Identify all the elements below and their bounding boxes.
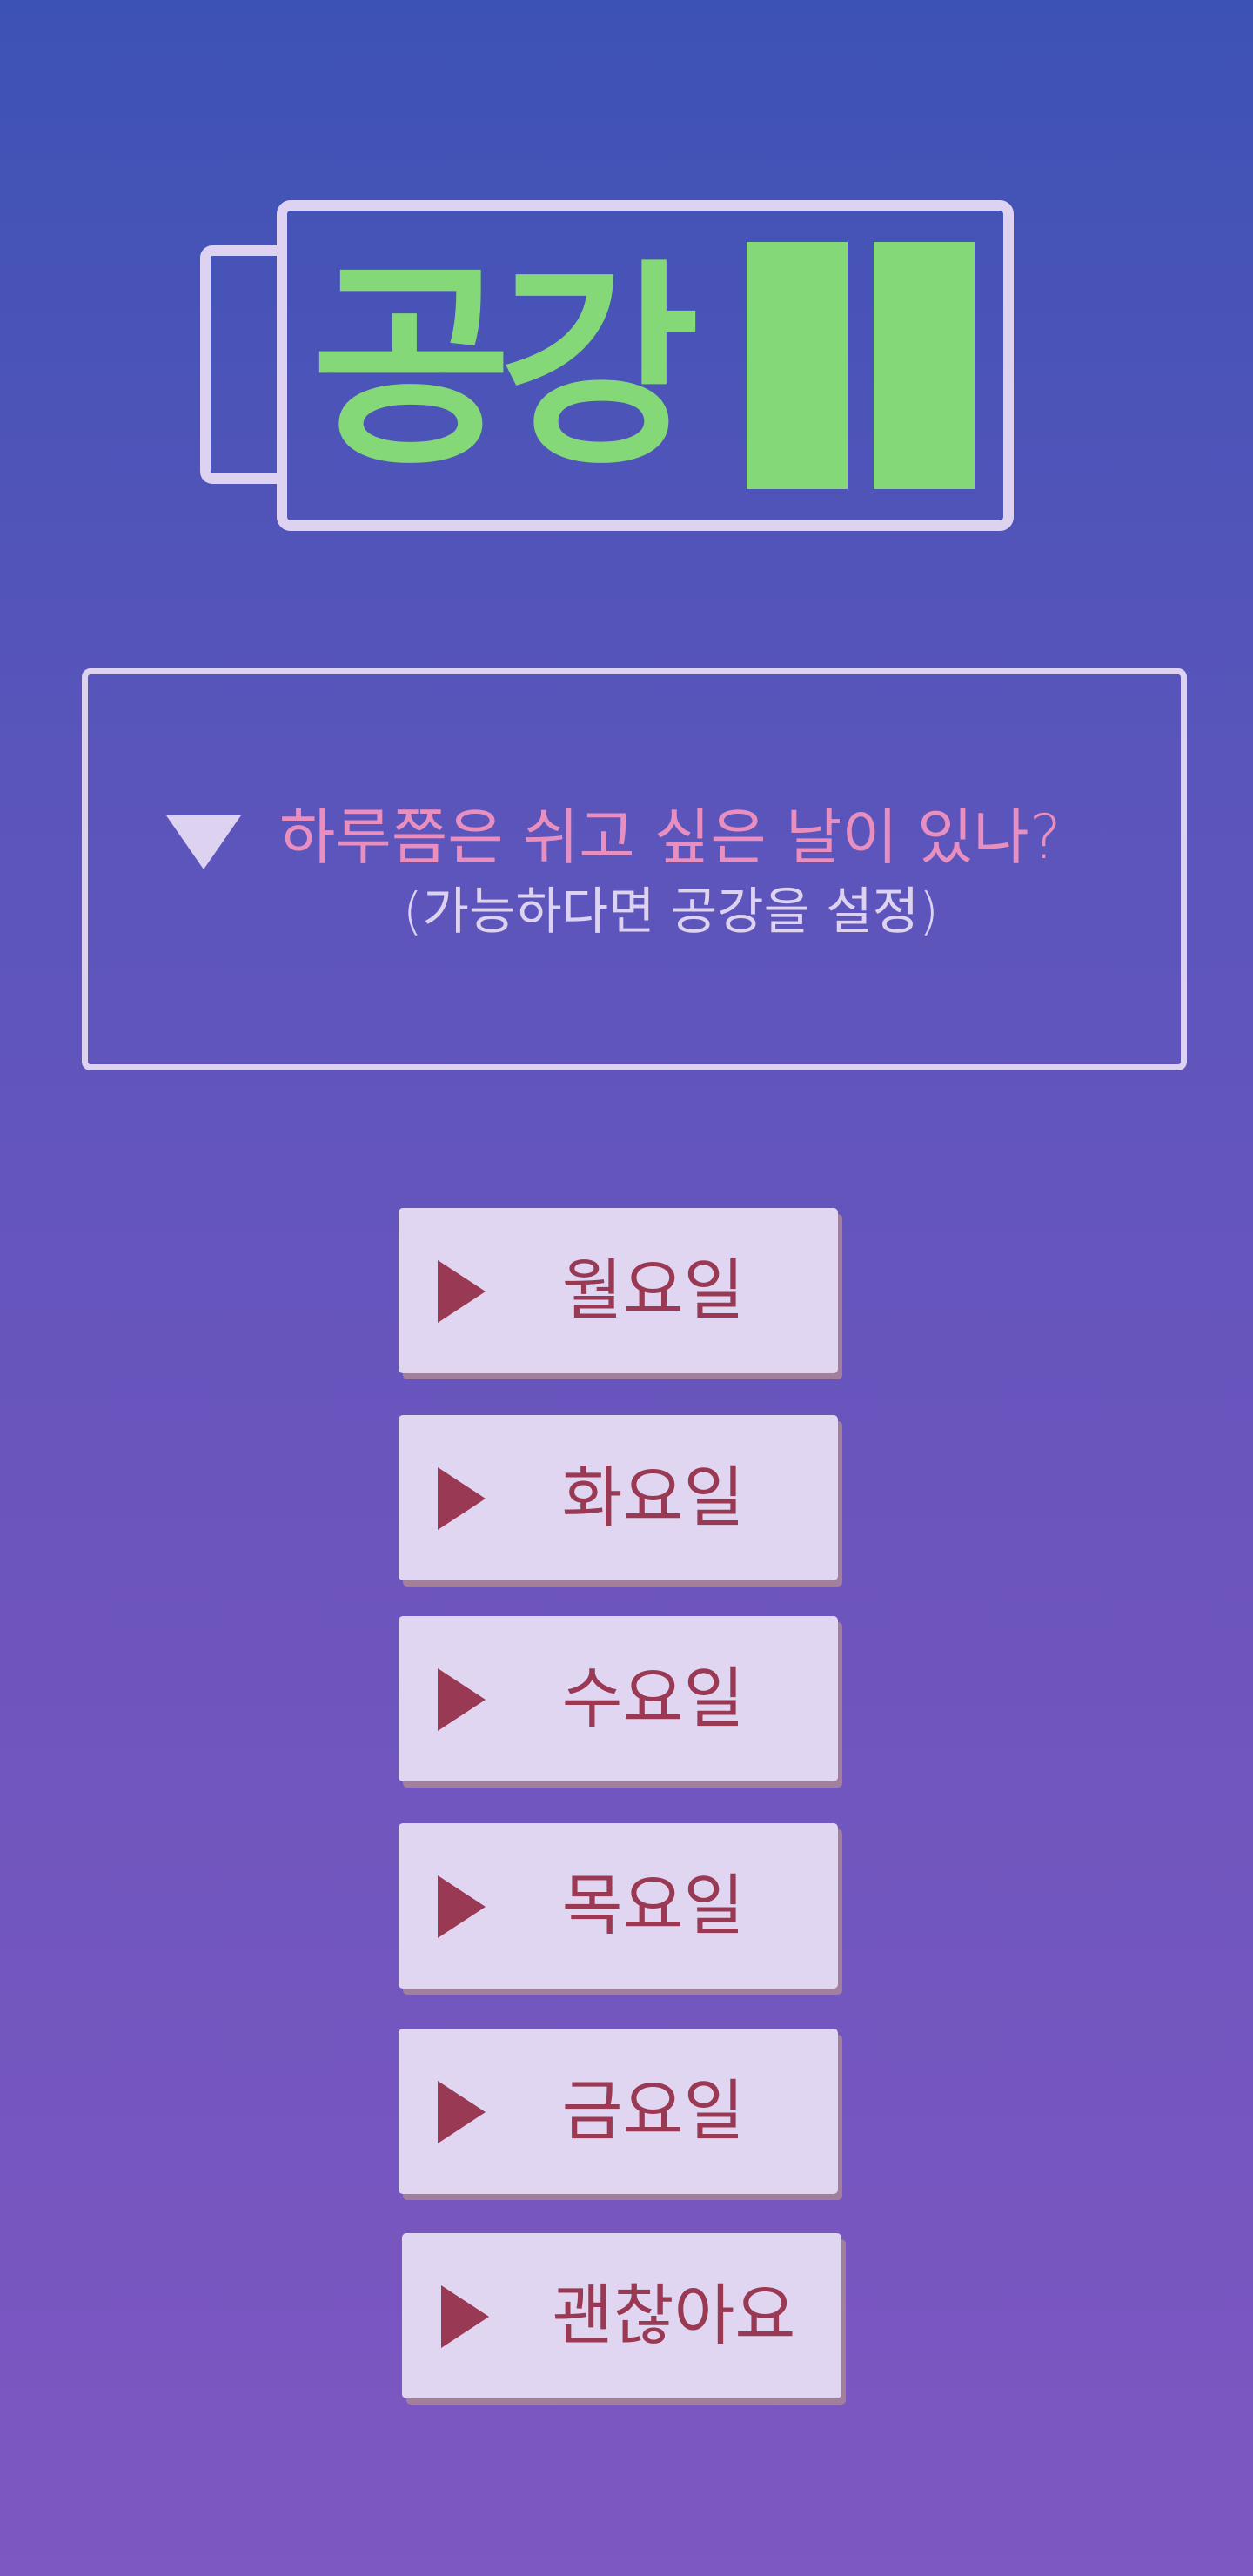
play-triangle-icon (438, 1668, 486, 1731)
play-triangle-icon (438, 1260, 486, 1323)
battery-charge-bar (747, 242, 848, 489)
option-thursday-button[interactable]: 목요일 (399, 1823, 838, 1989)
option-label: 괜찮아요 (552, 2277, 796, 2354)
logo-title: 공강 (312, 241, 700, 494)
play-triangle-icon (438, 1467, 486, 1530)
option-label: 화요일 (561, 1459, 745, 1536)
option-friday-button[interactable]: 금요일 (399, 2029, 838, 2194)
battery-terminal (200, 245, 278, 484)
option-monday-button[interactable]: 월요일 (399, 1208, 838, 1373)
option-wednesday-button[interactable]: 수요일 (399, 1616, 838, 1781)
option-label: 월요일 (561, 1251, 745, 1329)
option-tuesday-button[interactable]: 화요일 (399, 1415, 838, 1580)
question-text: 하루쯤은 쉬고 싶은 날이 있나? (279, 802, 1062, 873)
battery-logo: 공강 (200, 200, 1014, 531)
play-triangle-icon (438, 1875, 486, 1938)
option-label: 금요일 (561, 2072, 745, 2150)
play-triangle-icon (438, 2081, 486, 2143)
play-triangle-icon (441, 2285, 489, 2348)
battery-charge-bar (874, 242, 975, 489)
option-label: 수요일 (561, 1660, 745, 1737)
question-dialog: 하루쯤은 쉬고 싶은 날이 있나? (가능하다면 공강을 설정) (82, 668, 1187, 1070)
question-subtext: (가능하다면 공강을 설정) (403, 882, 939, 941)
option-no-preference-button[interactable]: 괜찮아요 (402, 2233, 841, 2398)
triangle-down-icon (166, 815, 241, 869)
option-label: 목요일 (561, 1867, 745, 1944)
